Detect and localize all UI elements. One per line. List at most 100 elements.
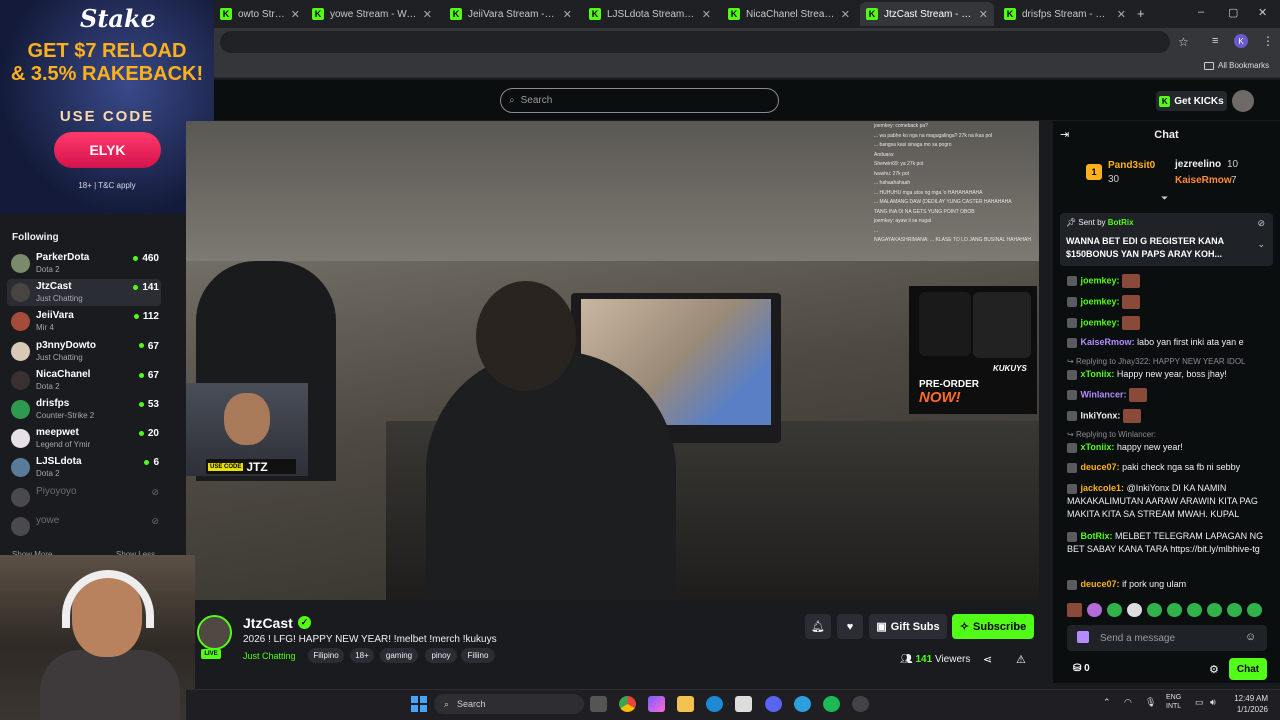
notification-bell-button[interactable]: 🔔︎ [805,614,831,639]
emoji-picker-icon[interactable]: ☺ [1245,631,1256,643]
chat-message[interactable]: joemkey: [1067,274,1267,288]
volume-icon[interactable]: 🔊︎ [1210,697,1216,708]
input-language[interactable]: ENG INTL [1166,693,1181,711]
chat-username[interactable]: BotRix: [1081,531,1113,541]
new-tab-button[interactable]: + [1137,6,1145,21]
chat-message[interactable]: Winlancer: [1067,388,1267,402]
sidebar-item-drisfps[interactable]: drisfps Counter-Strike 2 53 [7,396,161,423]
emote-icon[interactable] [1167,603,1182,617]
browser-tab[interactable]: K NicaChanel Stream - ✕ [722,2,856,26]
stream-tag[interactable]: gaming [380,648,418,663]
clock[interactable]: 12:49 AM 1/1/2026 [1228,693,1268,715]
sidebar-item-parkerdota[interactable]: ParkerDota Dota 2 460 [7,250,161,277]
emote-icon[interactable] [1107,603,1122,617]
chat-username[interactable]: Winlancer: [1081,389,1127,399]
channel-points[interactable]: ⛁ 0 [1073,663,1090,674]
windows-start-icon[interactable] [411,696,427,712]
edge-icon[interactable] [706,696,723,712]
browser-menu-icon[interactable]: ⋮ [1262,34,1274,48]
sidebar-item-piyoyoyo[interactable]: Piyoyoyo ⊘ [7,484,161,511]
chevron-down-icon[interactable]: ⌄ [1257,239,1265,250]
chat-message[interactable]: ↪ Replying to Winlancer: xToniix: happy … [1067,428,1267,454]
streamer-avatar[interactable] [197,615,232,650]
search-input[interactable]: ⌕ Search [500,88,779,113]
stream-tag[interactable]: Filipino [308,648,344,663]
chat-message[interactable]: InkiYonx: [1067,409,1267,423]
emote-icon[interactable] [1247,603,1262,617]
leaderboard-third-name[interactable]: KaiseRmow [1175,175,1232,186]
emote-icon[interactable] [1187,603,1202,617]
unpin-icon[interactable]: ⊘ [1257,218,1265,229]
browser-tab[interactable]: Kdrisfps Stream - Watch Li ✕ [998,2,1132,26]
chat-message[interactable]: joemkey: [1067,316,1267,330]
emote-icon[interactable] [1087,603,1102,617]
chat-message[interactable]: deuce07: paki check nga sa fb ni sebby [1067,461,1267,474]
microphone-icon[interactable]: 🎙︎ [1145,697,1156,708]
window-minimize-button[interactable]: – [1198,6,1204,18]
share-icon[interactable]: ⋖ [983,653,992,666]
chat-badge-icon[interactable] [1077,631,1089,643]
stream-category[interactable]: Just Chatting [243,651,296,661]
leaderboard-first-name[interactable]: Pand3sit0 [1108,160,1155,171]
taskbar-search[interactable]: ⌕ Search [434,694,584,714]
close-tab-icon[interactable]: ✕ [563,8,572,21]
tray-chevron-icon[interactable]: ⌃ [1103,697,1111,708]
sidebar-item-jtzcast[interactable]: JtzCast Just Chatting 141 [7,279,161,307]
chat-username[interactable]: xToniix: [1081,369,1115,379]
sidebar-item-jeiivara[interactable]: JeiiVara Mir 4 112 [7,308,161,335]
subscribe-button[interactable]: ✧ Subscribe [952,614,1034,639]
address-bar[interactable] [220,31,1170,53]
get-kicks-button[interactable]: K Get KICKs [1156,91,1227,111]
spotify-icon[interactable] [823,696,840,712]
pinned-message[interactable]: 📌︎ Sent by BotRix WANNA BET EDI G REGIST… [1060,213,1273,266]
emote-bar[interactable] [1067,603,1267,617]
chat-username[interactable]: joemkey: [1081,275,1120,285]
copilot-icon[interactable] [648,696,665,712]
browser-tab[interactable]: K LJSLdota Stream - Watch ✕ [583,2,717,26]
chat-message[interactable]: BotRix: MELBET TELEGRAM LAPAGAN NG BET S… [1067,530,1267,556]
follow-button[interactable]: ♥ [837,614,863,639]
emote-icon[interactable] [1127,603,1142,617]
stream-tag[interactable]: 18+ [350,648,374,663]
sidebar-item-nicachanel[interactable]: NicaChanel Dota 2 67 [7,367,161,394]
emote-icon[interactable] [1067,603,1082,617]
sidebar-item-meepwet[interactable]: meepwet Legend of Ymir 20 [7,425,161,452]
profile-avatar[interactable]: K [1234,34,1248,48]
chat-username[interactable]: xToniix: [1081,442,1115,452]
media-controls-icon[interactable]: ≡ [1212,35,1218,47]
emote-icon[interactable] [1207,603,1222,617]
bookmark-star-icon[interactable]: ☆ [1178,35,1189,49]
ad-code-button[interactable]: ELYK [54,132,161,168]
stream-tag[interactable]: Filiino [461,648,495,663]
chrome-icon[interactable] [619,696,636,712]
chat-username[interactable]: joemkey: [1081,296,1120,306]
chat-message[interactable]: deuce07: if pork ung ulam [1067,578,1267,591]
chat-input[interactable]: Send a message [1067,625,1267,651]
user-avatar[interactable] [1232,90,1254,112]
close-tab-icon[interactable]: ✕ [423,8,432,21]
close-tab-icon[interactable]: ✕ [291,8,300,21]
browser-tab[interactable]: K JeiiVara Stream - Watch Li ✕ [444,2,578,26]
file-explorer-icon[interactable] [677,696,694,712]
close-tab-icon[interactable]: ✕ [979,8,988,21]
window-maximize-button[interactable]: ▢ [1228,6,1238,19]
wifi-icon[interactable]: ◠ [1124,697,1132,708]
send-chat-button[interactable]: Chat [1229,658,1267,680]
stream-tag[interactable]: pinoy [425,648,457,663]
browser-tab[interactable]: Kowto Stream - Wa ✕ [214,2,306,26]
emote-icon[interactable] [1147,603,1162,617]
chat-message[interactable]: joemkey: [1067,295,1267,309]
chat-username[interactable]: deuce07: [1081,462,1120,472]
streamer-name[interactable]: JtzCast [243,615,293,631]
browser-tab[interactable]: K JtzCast Stream - Watch Li ✕ [860,2,994,26]
network-icon[interactable]: ▭ [1195,697,1204,708]
chat-username[interactable]: joemkey: [1081,317,1120,327]
sidebar-item-p3nnydowto[interactable]: p3nnyDowto Just Chatting 67 [7,338,161,365]
all-bookmarks-button[interactable]: All Bookmarks [1204,61,1269,70]
chat-username[interactable]: deuce07: [1081,579,1120,589]
report-icon[interactable]: ⚠ [1016,653,1026,666]
close-tab-icon[interactable]: ✕ [1117,8,1126,21]
expand-leaderboard-icon[interactable]: ⏷ [1161,193,1168,204]
obs-icon[interactable] [852,696,869,712]
chat-username[interactable]: InkiYonx: [1081,410,1121,420]
